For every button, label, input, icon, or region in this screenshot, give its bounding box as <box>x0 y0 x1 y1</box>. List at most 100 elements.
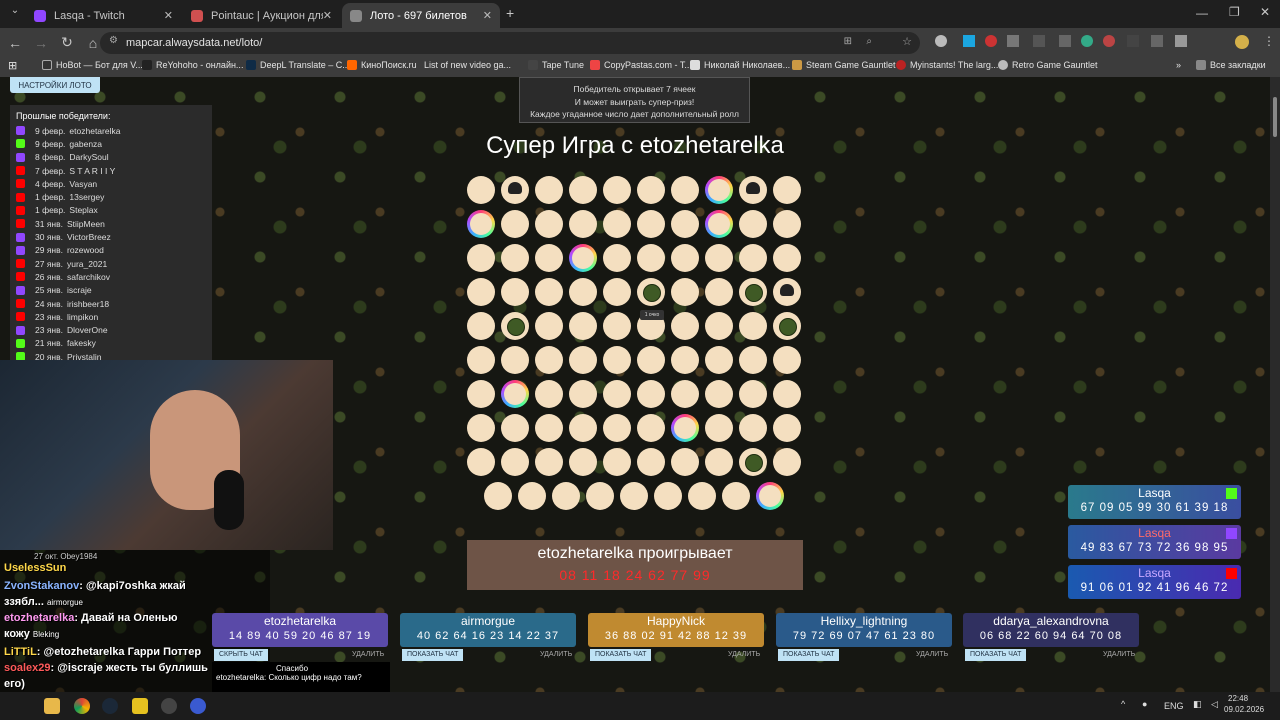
page-scrollbar[interactable] <box>1270 77 1280 692</box>
loto-cell[interactable] <box>501 278 529 306</box>
address-bar[interactable]: ⚙ mapcar.alwaysdata.net/loto/ ⊞ ⌕ ☆ <box>100 32 920 54</box>
bookmark-item[interactable]: КиноПоиск.ru <box>347 60 417 70</box>
loto-cell[interactable] <box>535 176 563 204</box>
extension-icon[interactable] <box>1151 35 1163 47</box>
loto-cell[interactable] <box>603 278 631 306</box>
obs-icon[interactable] <box>161 698 177 714</box>
extension-icon[interactable] <box>1103 35 1115 47</box>
tab-loto[interactable]: Лото - 697 билетов ✕ <box>342 3 500 28</box>
zoom-icon[interactable]: ⌕ <box>866 36 872 47</box>
loto-cell[interactable] <box>705 448 733 476</box>
loto-cell[interactable] <box>705 346 733 374</box>
loto-cell[interactable] <box>671 312 699 340</box>
loto-cell[interactable] <box>671 244 699 272</box>
extension-icon[interactable] <box>1059 35 1071 47</box>
loto-cell[interactable] <box>467 176 495 204</box>
extension-icon[interactable] <box>985 35 997 47</box>
scrollbar-thumb[interactable] <box>1273 97 1277 137</box>
loto-cell[interactable] <box>569 244 597 272</box>
extension-icon[interactable] <box>1007 35 1019 47</box>
loto-cell[interactable] <box>637 380 665 408</box>
bookmark-item[interactable]: DeepL Translate – С... <box>246 60 350 70</box>
menu-dots-icon[interactable]: ⋮ <box>1263 34 1275 48</box>
loto-cell[interactable] <box>535 210 563 238</box>
loto-cell[interactable] <box>603 244 631 272</box>
tab-search-icon[interactable]: ⌄ <box>2 5 28 16</box>
maximize-icon[interactable]: ❐ <box>1229 5 1240 19</box>
loto-cell[interactable] <box>705 278 733 306</box>
window-close-icon[interactable]: ✕ <box>1260 5 1270 19</box>
loto-cell[interactable] <box>569 312 597 340</box>
loto-cell[interactable] <box>739 448 767 476</box>
loto-cell[interactable] <box>671 176 699 204</box>
loto-cell[interactable] <box>569 346 597 374</box>
loto-cell[interactable] <box>603 176 631 204</box>
app-icon[interactable] <box>132 698 148 714</box>
back-icon[interactable]: ← <box>2 35 28 51</box>
bookmark-item[interactable]: Myinstants! The larg... <box>896 60 998 70</box>
steam-icon[interactable] <box>102 698 118 714</box>
loto-cell[interactable] <box>637 346 665 374</box>
apps-grid-icon[interactable]: ⊞ <box>8 59 17 72</box>
volume-icon[interactable]: ◁ <box>1211 699 1218 710</box>
bookmark-item[interactable]: Tape Tune <box>528 60 584 70</box>
loto-cell[interactable] <box>620 482 648 510</box>
loto-cell[interactable] <box>722 482 750 510</box>
toggle-chat-button[interactable]: СКРЫТЬ ЧАТ <box>214 649 268 661</box>
loto-cell[interactable] <box>773 448 801 476</box>
tab-twitch[interactable]: Lasqa - Twitch ✕ <box>26 3 181 28</box>
loto-cell[interactable] <box>467 346 495 374</box>
loto-cell[interactable] <box>535 244 563 272</box>
extension-icon[interactable] <box>1033 35 1045 47</box>
loto-cell[interactable] <box>671 448 699 476</box>
loto-cell[interactable] <box>603 210 631 238</box>
tray-chevron-icon[interactable]: ^ <box>1121 699 1125 709</box>
loto-cell[interactable] <box>535 278 563 306</box>
loto-cell[interactable] <box>569 414 597 442</box>
loto-cell[interactable] <box>739 312 767 340</box>
delete-button[interactable]: УДАЛИТЬ <box>352 651 384 658</box>
close-icon[interactable]: ✕ <box>323 9 332 22</box>
loto-cell[interactable] <box>773 176 801 204</box>
loto-cell[interactable] <box>501 244 529 272</box>
loto-cell[interactable] <box>637 278 665 306</box>
bookmark-item[interactable]: Николай Николаев... <box>690 60 790 70</box>
loto-cell[interactable] <box>603 312 631 340</box>
bookmark-star-icon[interactable]: ☆ <box>902 35 912 48</box>
clock-time[interactable]: 22:48 <box>1228 694 1248 703</box>
microphone-icon[interactable]: ● <box>1142 699 1147 709</box>
bookmark-item[interactable]: List of new video ga... <box>424 60 511 70</box>
network-icon[interactable]: ◧ <box>1193 699 1202 710</box>
profile-avatar[interactable] <box>1235 35 1249 49</box>
loto-cell[interactable] <box>501 448 529 476</box>
bookmark-item[interactable]: CopyPastas.com - T... <box>590 60 692 70</box>
loto-cell[interactable] <box>705 414 733 442</box>
loto-cell[interactable] <box>501 380 529 408</box>
loto-cell[interactable] <box>688 482 716 510</box>
loto-cell[interactable] <box>569 448 597 476</box>
loto-cell[interactable] <box>671 346 699 374</box>
loto-cell[interactable] <box>569 380 597 408</box>
loto-cell[interactable] <box>773 210 801 238</box>
loto-cell[interactable] <box>637 414 665 442</box>
loto-cell[interactable] <box>552 482 580 510</box>
loto-cell[interactable] <box>467 244 495 272</box>
loto-cell[interactable] <box>739 278 767 306</box>
loto-cell[interactable] <box>467 210 495 238</box>
all-bookmarks[interactable]: Все закладки <box>1196 60 1266 70</box>
tab-pointauc[interactable]: Pointauc | Аукцион для стрим... ✕ <box>183 3 340 28</box>
loto-cell[interactable] <box>671 414 699 442</box>
file-explorer-icon[interactable] <box>44 698 60 714</box>
loto-cell[interactable] <box>654 482 682 510</box>
new-tab-icon[interactable]: + <box>506 5 514 21</box>
loto-cell[interactable] <box>501 210 529 238</box>
address-text[interactable]: mapcar.alwaysdata.net/loto/ <box>126 37 262 49</box>
loto-cell[interactable] <box>671 210 699 238</box>
minimize-icon[interactable]: — <box>1196 6 1208 20</box>
toggle-chat-button[interactable]: ПОКАЗАТЬ ЧАТ <box>965 649 1027 661</box>
loto-cell[interactable] <box>501 176 529 204</box>
loto-cell[interactable] <box>586 482 614 510</box>
delete-button[interactable]: УДАЛИТЬ <box>916 651 948 658</box>
close-icon[interactable]: ✕ <box>164 9 173 22</box>
loto-cell[interactable] <box>739 414 767 442</box>
